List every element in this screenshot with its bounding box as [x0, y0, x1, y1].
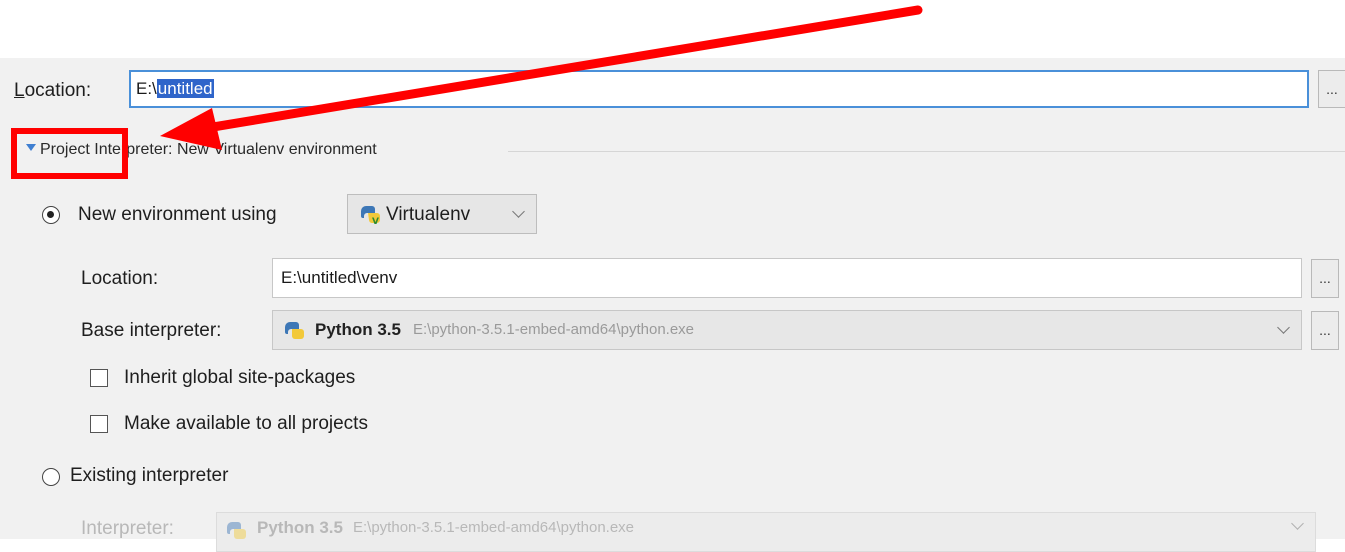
- python-icon: [227, 522, 246, 539]
- python-icon: [285, 322, 304, 339]
- existing-interpreter-name: Python 3.5: [257, 518, 343, 537]
- base-interpreter-label: Base interpreter:: [81, 320, 222, 341]
- make-available-checkbox[interactable]: [90, 415, 108, 433]
- existing-interpreter-radio[interactable]: [42, 468, 60, 486]
- virtualenv-icon: V: [361, 206, 380, 226]
- svg-text:V: V: [372, 217, 379, 226]
- location-label: Location:: [14, 80, 92, 101]
- section-divider: [508, 151, 1345, 152]
- base-interpreter-name: Python 3.5: [315, 320, 401, 339]
- inherit-packages-checkbox[interactable]: [90, 369, 108, 387]
- location-browse-button[interactable]: ...: [1318, 70, 1345, 108]
- chevron-down-icon: [512, 205, 525, 218]
- make-available-label: Make available to all projects: [124, 413, 368, 434]
- existing-interpreter-dropdown[interactable]: Python 3.5 E:\python-3.5.1-embed-amd64\p…: [216, 512, 1316, 552]
- chevron-down-icon: [1291, 517, 1304, 530]
- environment-tool-dropdown[interactable]: V Virtualenv: [347, 194, 537, 234]
- venv-location-label: Location:: [81, 268, 159, 289]
- chevron-down-icon: [1277, 321, 1290, 334]
- base-interpreter-path: E:\python-3.5.1-embed-amd64\python.exe: [413, 321, 695, 338]
- interpreter-label: Interpreter:: [81, 518, 174, 539]
- location-value-prefix: E:\: [136, 79, 157, 98]
- base-interpreter-dropdown[interactable]: Python 3.5 E:\python-3.5.1-embed-amd64\p…: [272, 310, 1302, 350]
- inherit-packages-label: Inherit global site-packages: [124, 367, 356, 388]
- environment-tool-label: Virtualenv: [386, 204, 471, 225]
- annotation-highlight-box: [11, 128, 128, 179]
- new-environment-label: New environment using: [78, 204, 277, 225]
- venv-location-browse-button[interactable]: ...: [1311, 259, 1339, 298]
- location-value-selected: untitled: [156, 79, 214, 98]
- base-interpreter-browse-button[interactable]: ...: [1311, 311, 1339, 350]
- location-input[interactable]: E:\untitled: [129, 70, 1309, 108]
- venv-location-input[interactable]: E:\untitled\venv: [272, 258, 1302, 298]
- existing-interpreter-label: Existing interpreter: [70, 465, 229, 486]
- existing-interpreter-path: E:\python-3.5.1-embed-amd64\python.exe: [353, 519, 635, 536]
- new-environment-radio[interactable]: [42, 206, 60, 224]
